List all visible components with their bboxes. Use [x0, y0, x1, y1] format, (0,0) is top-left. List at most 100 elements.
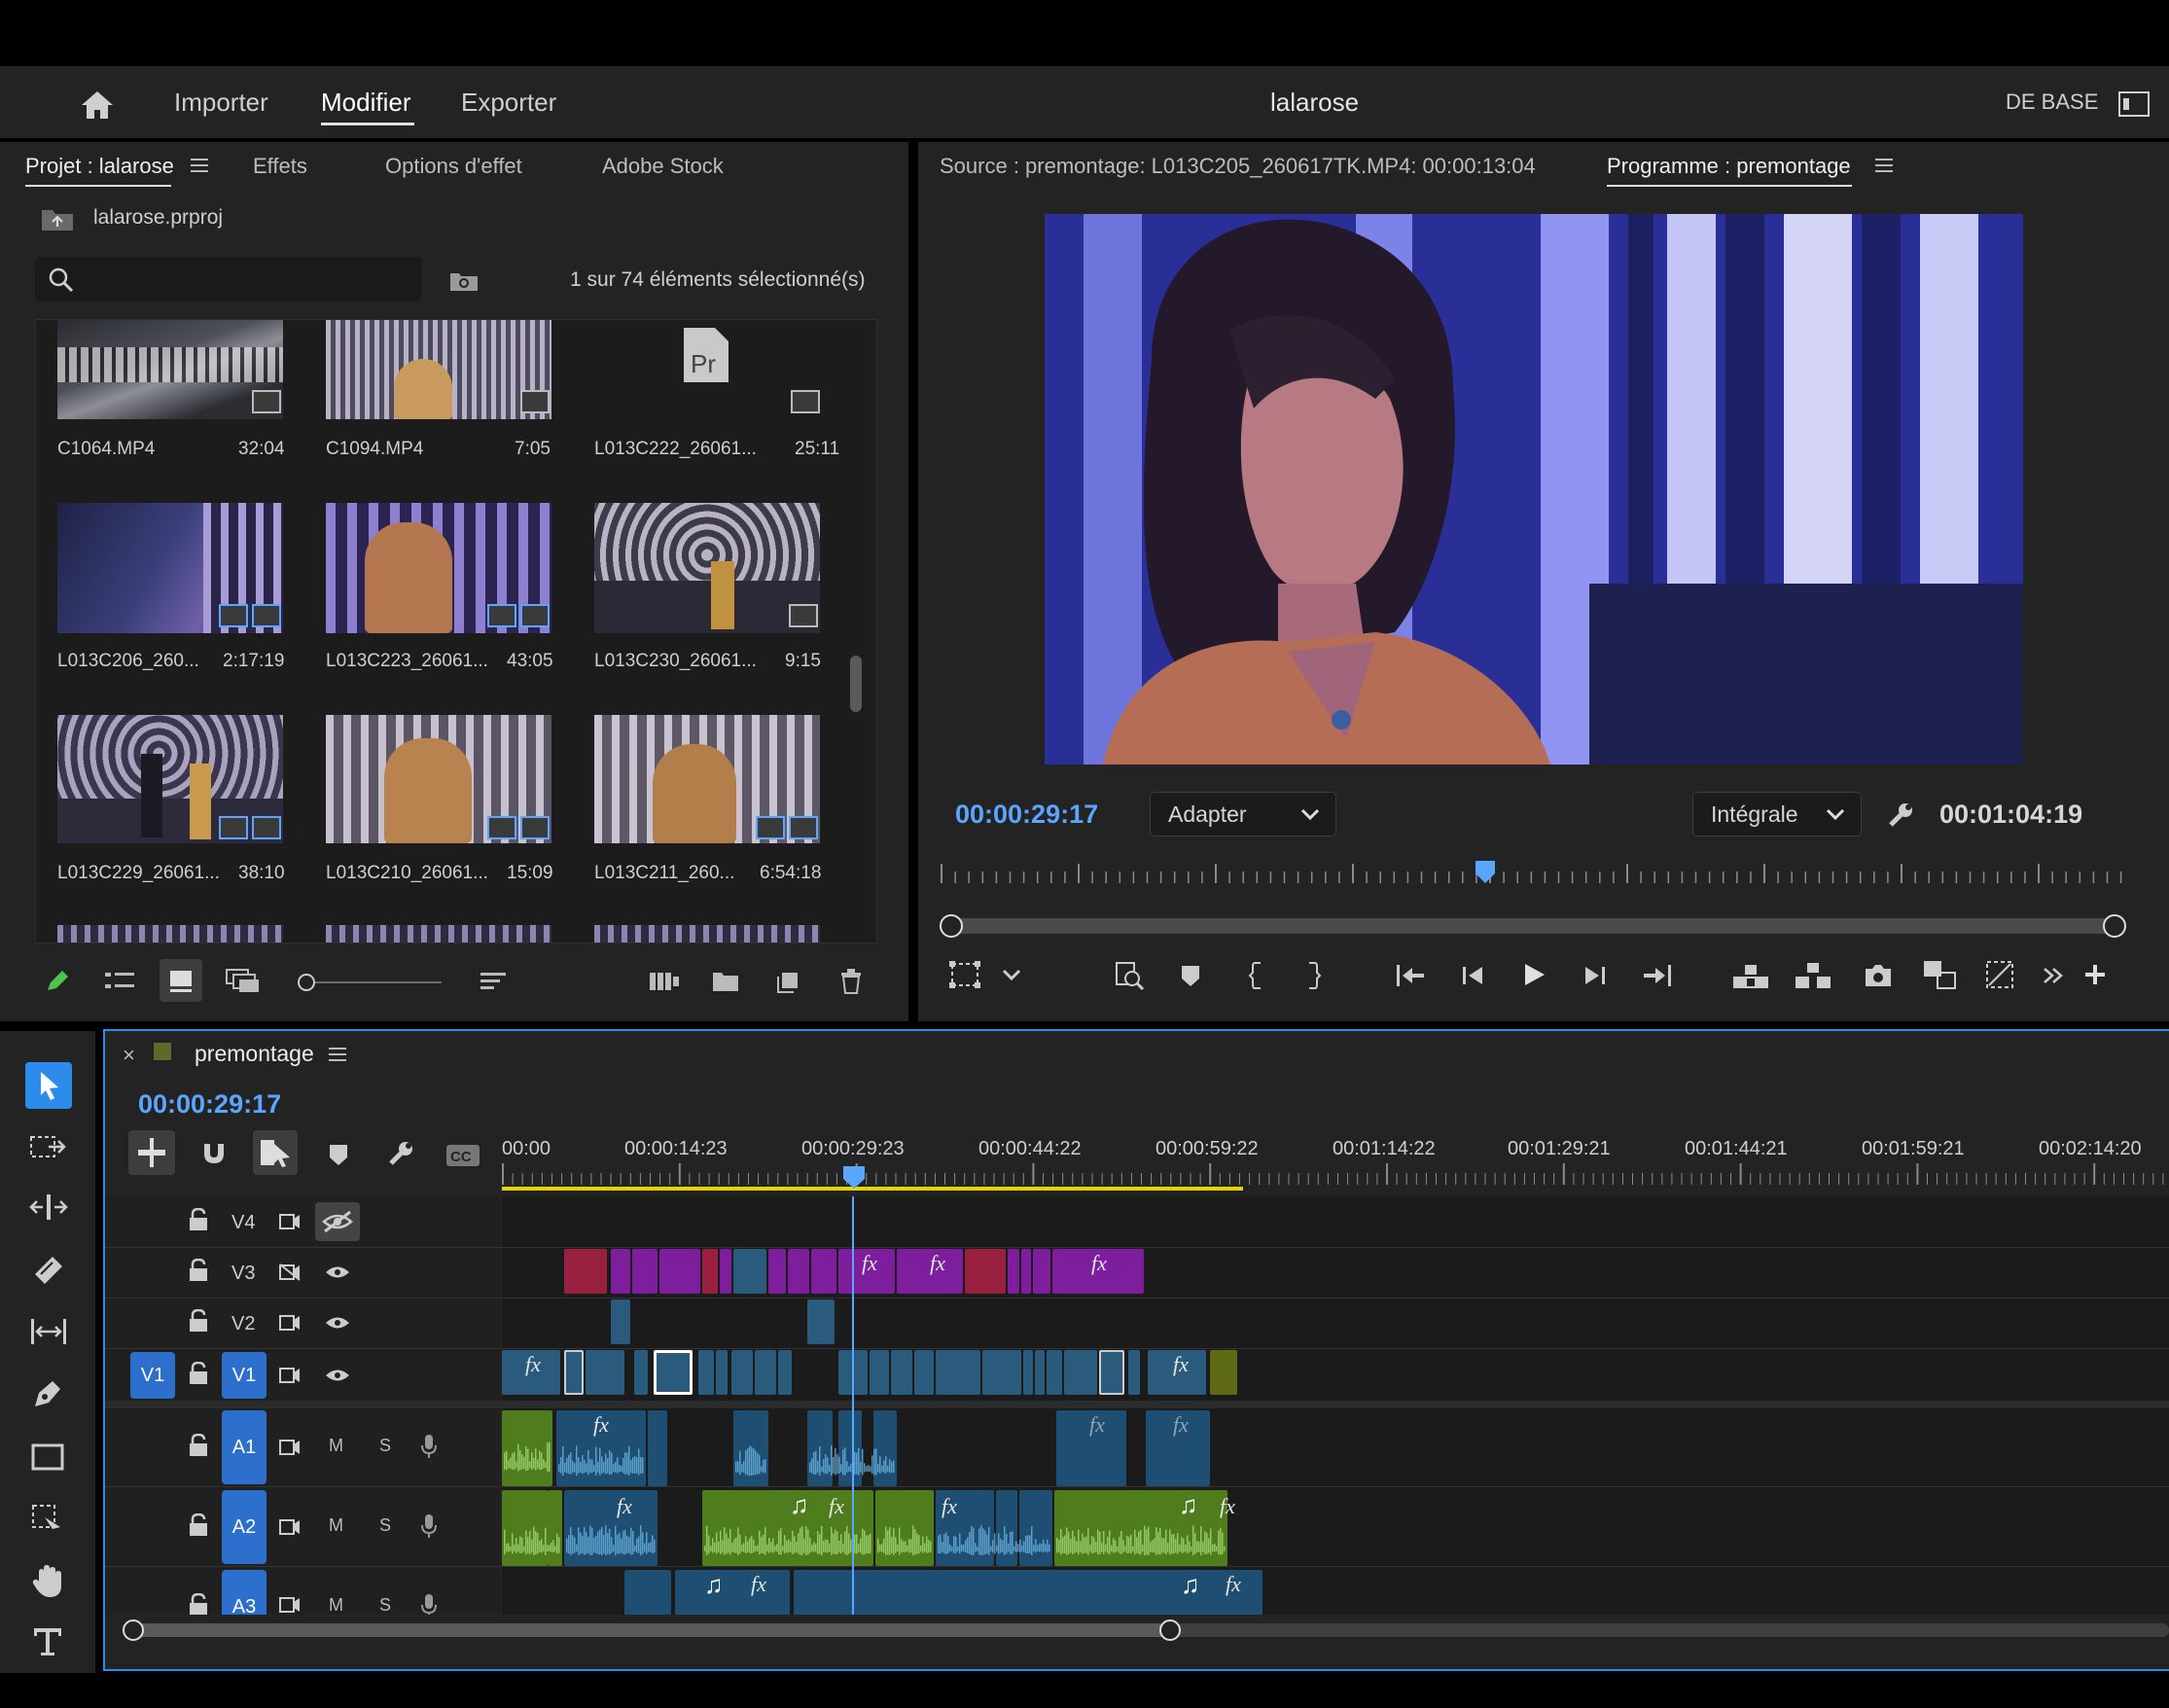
- project-menu-icon[interactable]: [191, 158, 208, 173]
- audio-clip-a1[interactable]: [502, 1410, 552, 1486]
- go-to-in-icon[interactable]: [1395, 963, 1426, 988]
- audio-clip-a1[interactable]: [838, 1410, 862, 1486]
- toggle-proxies-icon[interactable]: [1984, 959, 2015, 990]
- clip-v3[interactable]: [1033, 1249, 1050, 1294]
- pencil-icon[interactable]: [45, 969, 70, 994]
- home-icon[interactable]: [80, 89, 115, 121]
- program-menu-icon[interactable]: [1875, 158, 1893, 173]
- linked-selection-button[interactable]: [253, 1130, 298, 1175]
- eye-icon[interactable]: [325, 1264, 350, 1280]
- button-editor-icon[interactable]: [2083, 963, 2107, 986]
- clip-v3[interactable]: [659, 1249, 700, 1294]
- program-video-frame[interactable]: [1045, 214, 2023, 765]
- clip-v1[interactable]: [1128, 1350, 1140, 1395]
- selection-tool-icon[interactable]: [25, 1062, 72, 1109]
- zoom-slider-handle[interactable]: [298, 974, 315, 991]
- extract-icon[interactable]: [1794, 961, 1832, 990]
- razor-tool-icon[interactable]: [31, 1253, 66, 1284]
- ripple-edit-tool-icon[interactable]: [29, 1192, 68, 1222]
- list-view-icon[interactable]: [105, 971, 134, 992]
- clip-v1[interactable]: [1035, 1350, 1045, 1395]
- sync-lock-icon[interactable]: [278, 1212, 302, 1231]
- snap-icon[interactable]: [200, 1140, 228, 1167]
- clip-thumbnail[interactable]: [326, 715, 551, 843]
- freeform-view-icon[interactable]: [226, 969, 261, 994]
- track-target-a2[interactable]: A2: [222, 1490, 267, 1564]
- audio-clip-a2[interactable]: [1019, 1490, 1052, 1566]
- clip-v2[interactable]: [611, 1299, 630, 1344]
- zoom-slider[interactable]: [298, 973, 444, 992]
- tab-source-monitor[interactable]: Source : premontage: L013C205_260617TK.M…: [940, 154, 1536, 179]
- solo-button[interactable]: S: [379, 1515, 391, 1536]
- nav-modifier[interactable]: Modifier: [321, 66, 410, 138]
- track-select-tool-icon[interactable]: [29, 1132, 68, 1161]
- lock-icon[interactable]: [189, 1309, 208, 1333]
- program-time-ruler[interactable]: [940, 862, 2126, 885]
- timeline-ruler[interactable]: 00:00 00:00:14:23 00:00:29:23 00:00:44:2…: [502, 1138, 2169, 1192]
- chevron-down-icon[interactable]: [1002, 969, 1021, 980]
- step-forward-icon[interactable]: [1582, 963, 1607, 988]
- clip-thumbnail[interactable]: [594, 503, 820, 633]
- source-patch-v1[interactable]: V1: [130, 1352, 175, 1399]
- microphone-icon[interactable]: [420, 1593, 438, 1615]
- find-bin-icon[interactable]: [449, 270, 479, 292]
- clip-v3[interactable]: [632, 1249, 658, 1294]
- clip-v3[interactable]: [733, 1249, 766, 1294]
- sync-lock-icon[interactable]: [278, 1313, 302, 1333]
- clip-thumbnail[interactable]: [57, 320, 283, 419]
- program-playhead[interactable]: [1475, 860, 1496, 885]
- bin-scrollbar[interactable]: [850, 656, 862, 712]
- tab-effect-options[interactable]: Options d'effet: [385, 154, 522, 179]
- tab-project[interactable]: Projet : lalarose: [25, 154, 174, 179]
- mute-button[interactable]: M: [329, 1436, 343, 1456]
- audio-clip-a2[interactable]: [502, 1490, 549, 1566]
- scroll-handle-left[interactable]: [940, 914, 963, 938]
- clip-v3[interactable]: [788, 1249, 809, 1294]
- folder-up-icon[interactable]: [41, 206, 74, 231]
- audio-clip-a2[interactable]: [875, 1490, 934, 1566]
- mute-button[interactable]: M: [329, 1595, 343, 1615]
- slip-tool-icon[interactable]: [29, 1317, 68, 1346]
- clip-v1[interactable]: [634, 1350, 648, 1395]
- timeline-current-time[interactable]: 00:00:29:17: [138, 1089, 281, 1120]
- clip-v1[interactable]: [891, 1350, 912, 1395]
- clip-thumbnail[interactable]: [594, 925, 820, 943]
- clip-v1[interactable]: [1047, 1350, 1062, 1395]
- clip-v2[interactable]: [807, 1299, 835, 1344]
- rectangle-tool-icon[interactable]: [31, 1443, 64, 1471]
- lock-icon[interactable]: [189, 1208, 208, 1231]
- match-frame-icon[interactable]: [1115, 961, 1144, 990]
- sync-lock-icon[interactable]: [278, 1595, 302, 1615]
- clip-v1[interactable]: [755, 1350, 776, 1395]
- audio-clip-a1[interactable]: [873, 1410, 897, 1486]
- lock-icon[interactable]: [189, 1362, 208, 1385]
- sequence-file-icon[interactable]: Pr: [682, 326, 730, 384]
- more-controls-icon[interactable]: [2043, 967, 2064, 984]
- sync-lock-icon[interactable]: [278, 1438, 302, 1457]
- lock-icon[interactable]: [189, 1593, 208, 1615]
- add-marker-icon[interactable]: [1181, 965, 1200, 988]
- captions-icon[interactable]: CC: [445, 1144, 480, 1167]
- audio-clip-a2[interactable]: [564, 1490, 658, 1566]
- new-item-icon[interactable]: [776, 971, 800, 994]
- eye-icon[interactable]: [325, 1315, 350, 1331]
- nav-importer[interactable]: Importer: [174, 66, 268, 138]
- clip-v1[interactable]: [586, 1350, 624, 1395]
- clip-v3[interactable]: [811, 1249, 836, 1294]
- work-area-bar[interactable]: [502, 1187, 1243, 1191]
- sync-lock-icon[interactable]: [278, 1366, 302, 1385]
- clip-v1[interactable]: [982, 1350, 1021, 1395]
- eye-icon[interactable]: [325, 1368, 350, 1383]
- clip-v3[interactable]: [702, 1249, 718, 1294]
- clip-thumbnail[interactable]: [57, 503, 283, 633]
- audio-clip-a2[interactable]: [549, 1490, 562, 1566]
- step-back-icon[interactable]: [1461, 963, 1486, 988]
- audio-clip-a1[interactable]: [648, 1410, 667, 1486]
- scroll-handle-left[interactable]: [123, 1619, 144, 1641]
- tab-program-monitor[interactable]: Programme : premontage: [1607, 154, 1851, 179]
- clip-thumbnail[interactable]: [594, 715, 820, 843]
- scroll-handle-right[interactable]: [2103, 914, 2126, 938]
- wrench-icon[interactable]: [1887, 801, 1914, 829]
- program-zoom-scrollbar[interactable]: [940, 914, 2126, 938]
- scroll-handle-right[interactable]: [1159, 1619, 1181, 1641]
